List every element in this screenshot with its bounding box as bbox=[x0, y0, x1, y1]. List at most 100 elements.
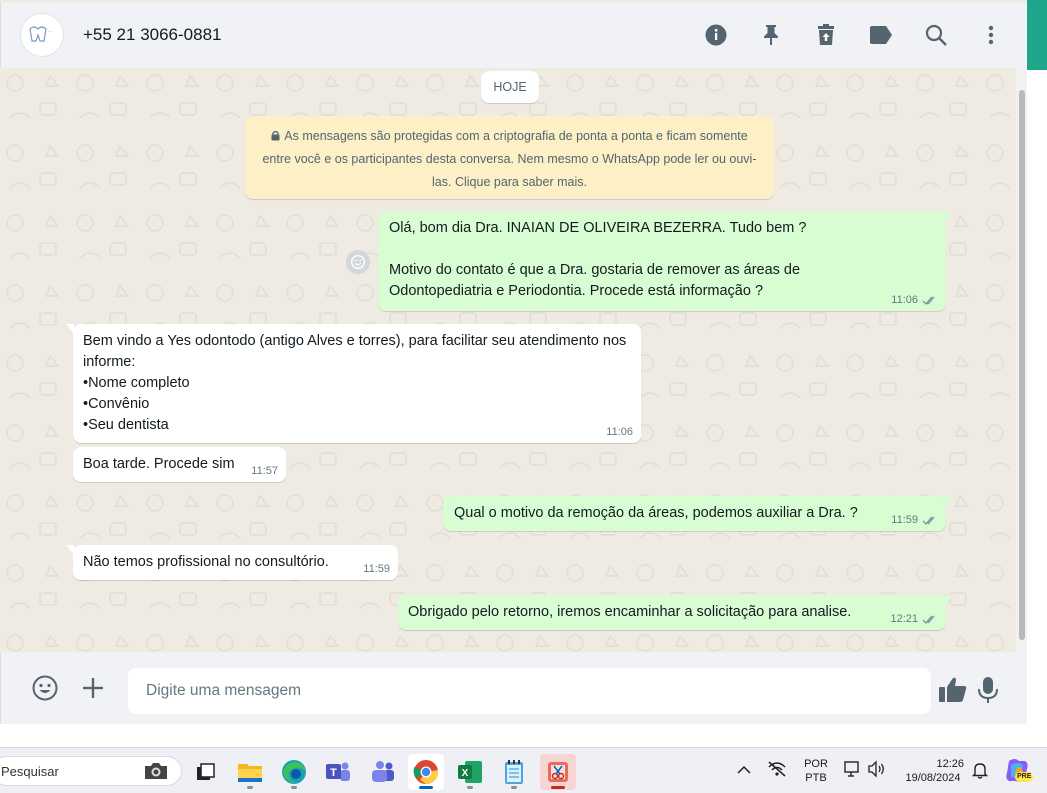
copilot-button[interactable]: PRE bbox=[1003, 757, 1034, 785]
snipping-tool-button[interactable] bbox=[540, 754, 576, 790]
notepad-icon bbox=[505, 760, 523, 784]
file-explorer-button[interactable] bbox=[232, 754, 268, 790]
message-text: Qual o motivo da remoção da áreas, podem… bbox=[454, 505, 858, 521]
contact-avatar[interactable]: ~~ bbox=[20, 13, 64, 57]
message-text: Obrigado pelo retorno, iremos encaminhar… bbox=[408, 604, 852, 620]
pin-icon[interactable] bbox=[759, 23, 783, 47]
smiley-icon bbox=[351, 255, 365, 269]
taskbar-search-label: Pesquisar bbox=[1, 763, 59, 779]
bubble-tail bbox=[66, 324, 74, 334]
plus-icon bbox=[83, 678, 103, 698]
chat-header: ~~ +55 21 3066-0881 bbox=[0, 2, 1027, 68]
attach-button[interactable] bbox=[81, 676, 105, 700]
message-bubble-incoming[interactable]: Boa tarde. Procede sim 11:57 bbox=[73, 447, 286, 482]
camera-icon[interactable] bbox=[143, 761, 169, 781]
chat-scrollbar[interactable] bbox=[1016, 68, 1027, 652]
running-indicator bbox=[511, 786, 517, 789]
show-hidden-icons-button[interactable] bbox=[737, 762, 753, 778]
task-view-button[interactable] bbox=[188, 754, 224, 790]
react-emoji-button[interactable] bbox=[346, 250, 370, 274]
window-bottom-strip bbox=[0, 724, 1027, 747]
teams-button[interactable]: T bbox=[320, 754, 356, 790]
message-meta: 11:59 bbox=[363, 563, 390, 575]
message-composer bbox=[0, 652, 1027, 724]
double-check-icon bbox=[922, 516, 935, 525]
excel-icon: X bbox=[458, 761, 482, 783]
thumbs-up-icon bbox=[939, 677, 967, 702]
search-icon[interactable] bbox=[924, 23, 948, 47]
whatsapp-window: ~~ +55 21 3066-0881 HOJE As mensagens sã… bbox=[0, 0, 1027, 747]
no-network-icon bbox=[768, 761, 786, 777]
clock-date: 19/08/2024 bbox=[905, 772, 961, 784]
copilot-badge: PRE bbox=[1015, 772, 1034, 782]
like-button[interactable] bbox=[938, 676, 968, 704]
bubble-tail bbox=[66, 545, 74, 555]
message-meta: 11:57 bbox=[251, 465, 278, 477]
header-actions bbox=[673, 2, 1003, 68]
excel-button[interactable]: X bbox=[452, 754, 488, 790]
svg-text:T: T bbox=[330, 767, 337, 779]
contact-name[interactable]: +55 21 3066-0881 bbox=[83, 25, 222, 45]
lock-icon bbox=[271, 130, 280, 141]
chrome-button[interactable] bbox=[408, 754, 444, 790]
window-right-panel bbox=[1027, 70, 1047, 747]
message-meta: 11:06 bbox=[891, 294, 938, 306]
message-bubble-incoming[interactable]: Bem vindo a Yes odontodo (antigo Alves e… bbox=[66, 324, 641, 443]
language-label: POR bbox=[804, 758, 828, 770]
quick-settings-button[interactable] bbox=[843, 760, 887, 780]
message-bubble-outgoing[interactable]: Olá, bom dia Dra. INAIAN DE OLIVEIRA BEZ… bbox=[378, 211, 953, 311]
message-meta: 11:59 bbox=[891, 514, 938, 526]
message-time: 11:59 bbox=[891, 514, 918, 526]
task-view-icon bbox=[197, 763, 215, 780]
clock-time: 12:26 bbox=[936, 758, 964, 770]
message-bubble-incoming[interactable]: Não temos profissional no consultório. 1… bbox=[66, 545, 398, 580]
notifications-button[interactable] bbox=[971, 761, 990, 779]
edge-button[interactable] bbox=[276, 754, 312, 790]
message-time: 11:06 bbox=[891, 294, 918, 306]
message-bubble-outgoing[interactable]: Qual o motivo da remoção da áreas, podem… bbox=[443, 496, 953, 531]
teams-icon bbox=[372, 761, 394, 782]
running-indicator bbox=[247, 786, 253, 789]
double-check-icon bbox=[922, 615, 935, 624]
encryption-notice-text: As mensagens são protegidas com a cripto… bbox=[262, 129, 757, 189]
mic-button[interactable] bbox=[977, 676, 999, 704]
running-indicator bbox=[291, 786, 297, 789]
running-indicator bbox=[467, 786, 473, 789]
clock-button[interactable]: 12:26 19/08/2024 bbox=[898, 757, 968, 785]
network-status-button[interactable] bbox=[767, 760, 789, 780]
teams-button[interactable] bbox=[364, 754, 400, 790]
message-input[interactable] bbox=[128, 668, 931, 714]
display-volume-icon bbox=[844, 760, 884, 778]
bubble-tail bbox=[945, 211, 953, 221]
active-indicator bbox=[551, 786, 565, 789]
input-language-button[interactable]: POR PTB bbox=[800, 757, 832, 785]
double-check-icon bbox=[922, 296, 935, 305]
scrollbar-thumb[interactable] bbox=[1019, 90, 1025, 640]
emoji-button[interactable] bbox=[32, 675, 58, 701]
keyboard-layout-label: PTB bbox=[805, 772, 827, 784]
chevron-up-icon bbox=[737, 765, 751, 774]
message-meta: 11:06 bbox=[606, 426, 633, 438]
bubble-tail bbox=[945, 496, 953, 506]
active-indicator bbox=[419, 786, 433, 789]
date-separator: HOJE bbox=[481, 71, 539, 103]
chat-area[interactable]: HOJE As mensagens são protegidas com a c… bbox=[0, 68, 1016, 652]
bell-icon bbox=[971, 763, 989, 779]
chrome-icon bbox=[413, 760, 439, 785]
info-icon[interactable] bbox=[704, 23, 728, 47]
teams-icon: T bbox=[326, 762, 350, 781]
archive-icon[interactable] bbox=[814, 23, 838, 47]
svg-text:X: X bbox=[462, 768, 469, 779]
message-time: 11:57 bbox=[251, 465, 278, 477]
notepad-button[interactable] bbox=[496, 754, 532, 790]
snipping-tool-icon bbox=[548, 762, 568, 782]
contact-logo-icon: ~~ bbox=[29, 26, 53, 42]
taskbar-search[interactable]: Pesquisar bbox=[0, 756, 182, 786]
message-bubble-outgoing[interactable]: Obrigado pelo retorno, iremos encaminhar… bbox=[398, 595, 953, 630]
menu-icon[interactable] bbox=[979, 23, 1003, 47]
message-text: Boa tarde. Procede sim bbox=[83, 456, 235, 472]
label-icon[interactable] bbox=[869, 23, 893, 47]
encryption-notice[interactable]: As mensagens são protegidas com a cripto… bbox=[245, 116, 774, 199]
file-explorer-icon bbox=[238, 764, 262, 782]
message-time: 11:06 bbox=[606, 426, 633, 438]
